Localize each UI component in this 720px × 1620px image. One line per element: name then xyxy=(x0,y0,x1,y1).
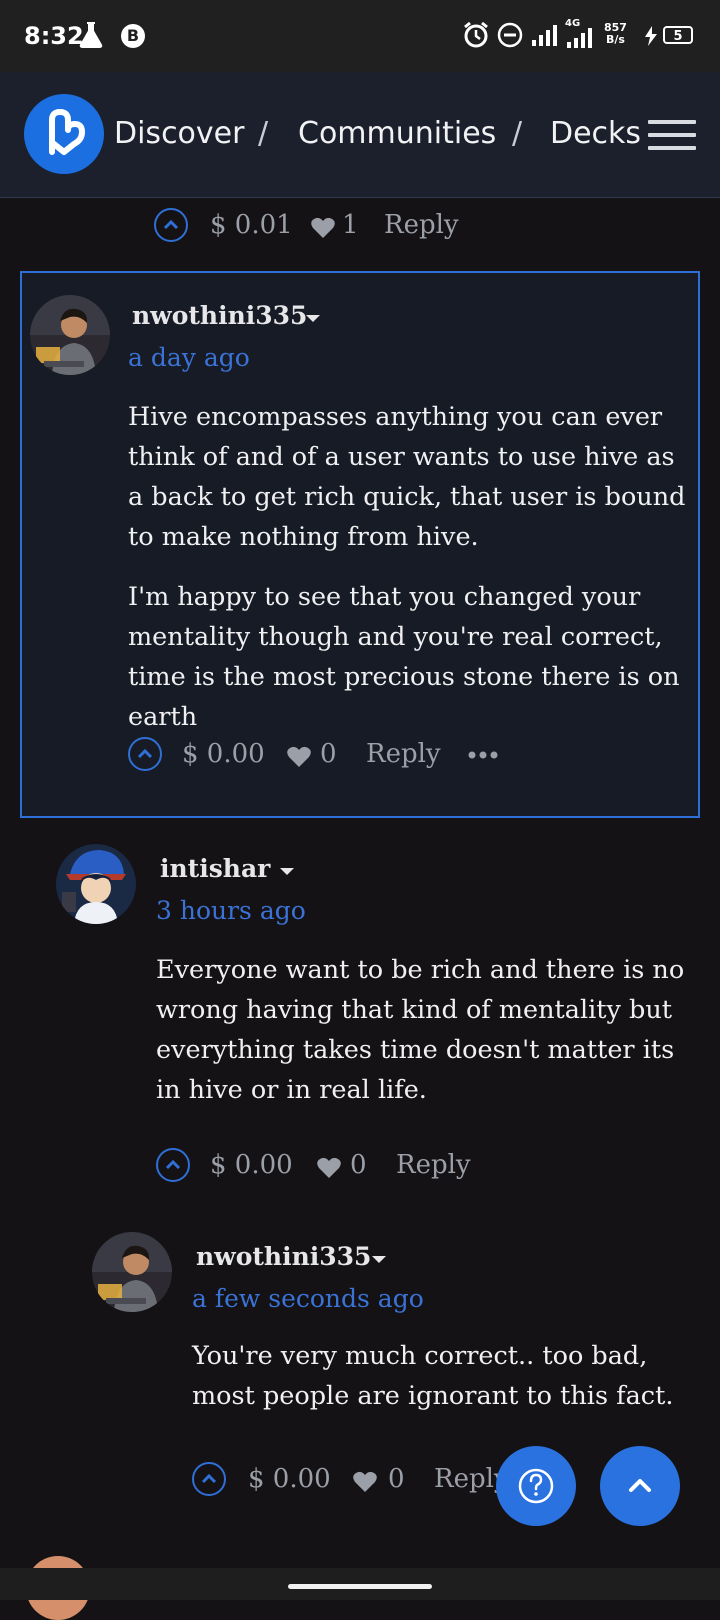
home-indicator[interactable] xyxy=(288,1584,432,1589)
avatar-image xyxy=(92,1232,172,1312)
gesture-bar xyxy=(0,1568,720,1600)
upvote-button[interactable] xyxy=(154,208,188,242)
comment-body: Everyone want to be rich and there is no… xyxy=(156,950,686,1130)
reply-button[interactable]: Reply xyxy=(366,739,441,769)
avatar[interactable] xyxy=(92,1232,172,1312)
comment-paragraph: Hive encompasses anything you can ever t… xyxy=(128,402,686,552)
chevron-up-icon xyxy=(201,1473,217,1484)
comment-time[interactable]: a few seconds ago xyxy=(192,1284,424,1313)
comment-actions: $ 0.00 0 Reply xyxy=(156,1148,556,1188)
vote-count[interactable]: 0 xyxy=(350,1150,367,1180)
signal-4g-icon xyxy=(567,28,592,48)
comment-paragraph: Everyone want to be rich and there is no… xyxy=(156,955,685,1105)
reply-button[interactable]: Reply xyxy=(396,1150,471,1180)
comment-body: Hive encompasses anything you can ever t… xyxy=(128,397,688,757)
heart-icon xyxy=(317,1157,341,1178)
top-nav: Discover / Communities / Decks xyxy=(0,72,720,198)
payout[interactable]: $ 0.00 xyxy=(210,1150,293,1180)
upvote-button[interactable] xyxy=(128,737,162,771)
comment-time[interactable]: a day ago xyxy=(128,343,250,372)
reply-button[interactable]: Reply xyxy=(384,210,459,240)
chevron-up-icon xyxy=(629,1479,651,1492)
app-logo-icon xyxy=(49,109,85,155)
comment-time[interactable]: 3 hours ago xyxy=(156,896,306,925)
dnd-icon xyxy=(497,22,523,48)
vote-count[interactable]: 1 xyxy=(342,210,359,240)
status-time: 8:32 xyxy=(24,22,84,50)
comment-paragraph: You're very much correct.. too bad, most… xyxy=(192,1341,674,1411)
highlighted-comment: nwothini335 a day ago Hive encompasses a… xyxy=(20,271,700,818)
charging-icon xyxy=(645,26,657,46)
breadcrumb-separator: / xyxy=(258,116,269,151)
breadcrumb-decks[interactable]: Decks xyxy=(550,116,641,151)
breadcrumb-separator: / xyxy=(512,116,523,151)
help-button[interactable] xyxy=(496,1446,576,1526)
prev-comment-actions: $ 0.01 1 Reply xyxy=(154,208,554,248)
comment-body: You're very much correct.. too bad, most… xyxy=(192,1336,692,1436)
app-badge-icon: B xyxy=(121,24,145,48)
payout[interactable]: $ 0.01 xyxy=(210,210,293,240)
avatar[interactable] xyxy=(56,844,136,924)
breadcrumb-discover[interactable]: Discover xyxy=(114,116,244,151)
avatar[interactable] xyxy=(30,295,110,375)
question-icon xyxy=(518,1468,554,1504)
avatar-image xyxy=(56,844,136,924)
more-options-icon[interactable] xyxy=(468,751,498,759)
network-speed: 857 B/s xyxy=(604,22,627,46)
upvote-button[interactable] xyxy=(156,1148,190,1182)
net-speed-unit: B/s xyxy=(606,33,625,46)
avatar-image xyxy=(30,295,110,375)
vote-count[interactable]: 0 xyxy=(388,1464,405,1494)
menu-icon[interactable] xyxy=(648,120,696,150)
chevron-up-icon xyxy=(137,748,153,759)
hive-logo[interactable] xyxy=(24,94,104,174)
alarm-icon xyxy=(464,21,488,48)
breadcrumb-communities[interactable]: Communities xyxy=(298,116,496,151)
vote-count[interactable]: 0 xyxy=(320,739,337,769)
heart-icon xyxy=(287,746,311,767)
heart-icon xyxy=(353,1471,377,1492)
author-dropdown-icon[interactable] xyxy=(306,315,320,322)
upvote-button[interactable] xyxy=(192,1462,226,1496)
comment-author[interactable]: intishar xyxy=(160,854,270,883)
flask-icon xyxy=(79,22,103,48)
comment-paragraph: I'm happy to see that you changed your m… xyxy=(128,582,680,732)
chevron-up-icon xyxy=(165,1159,181,1170)
chevron-up-icon xyxy=(163,219,179,230)
comment-actions: $ 0.00 0 Reply xyxy=(128,737,528,777)
comment-actions: $ 0.00 0 Reply xyxy=(192,1462,512,1502)
status-bar: 8:32 B 4G 857 B/s 5 xyxy=(0,0,720,72)
author-dropdown-icon[interactable] xyxy=(372,1256,386,1263)
signal-icon xyxy=(532,25,557,46)
payout[interactable]: $ 0.00 xyxy=(182,739,265,769)
battery-icon: 5 xyxy=(663,26,693,44)
author-dropdown-icon[interactable] xyxy=(280,868,294,875)
payout[interactable]: $ 0.00 xyxy=(248,1464,331,1494)
comment-author[interactable]: nwothini335 xyxy=(132,301,307,330)
scroll-top-button[interactable] xyxy=(600,1446,680,1526)
comment-author[interactable]: nwothini335 xyxy=(196,1242,371,1271)
heart-icon xyxy=(311,217,335,238)
